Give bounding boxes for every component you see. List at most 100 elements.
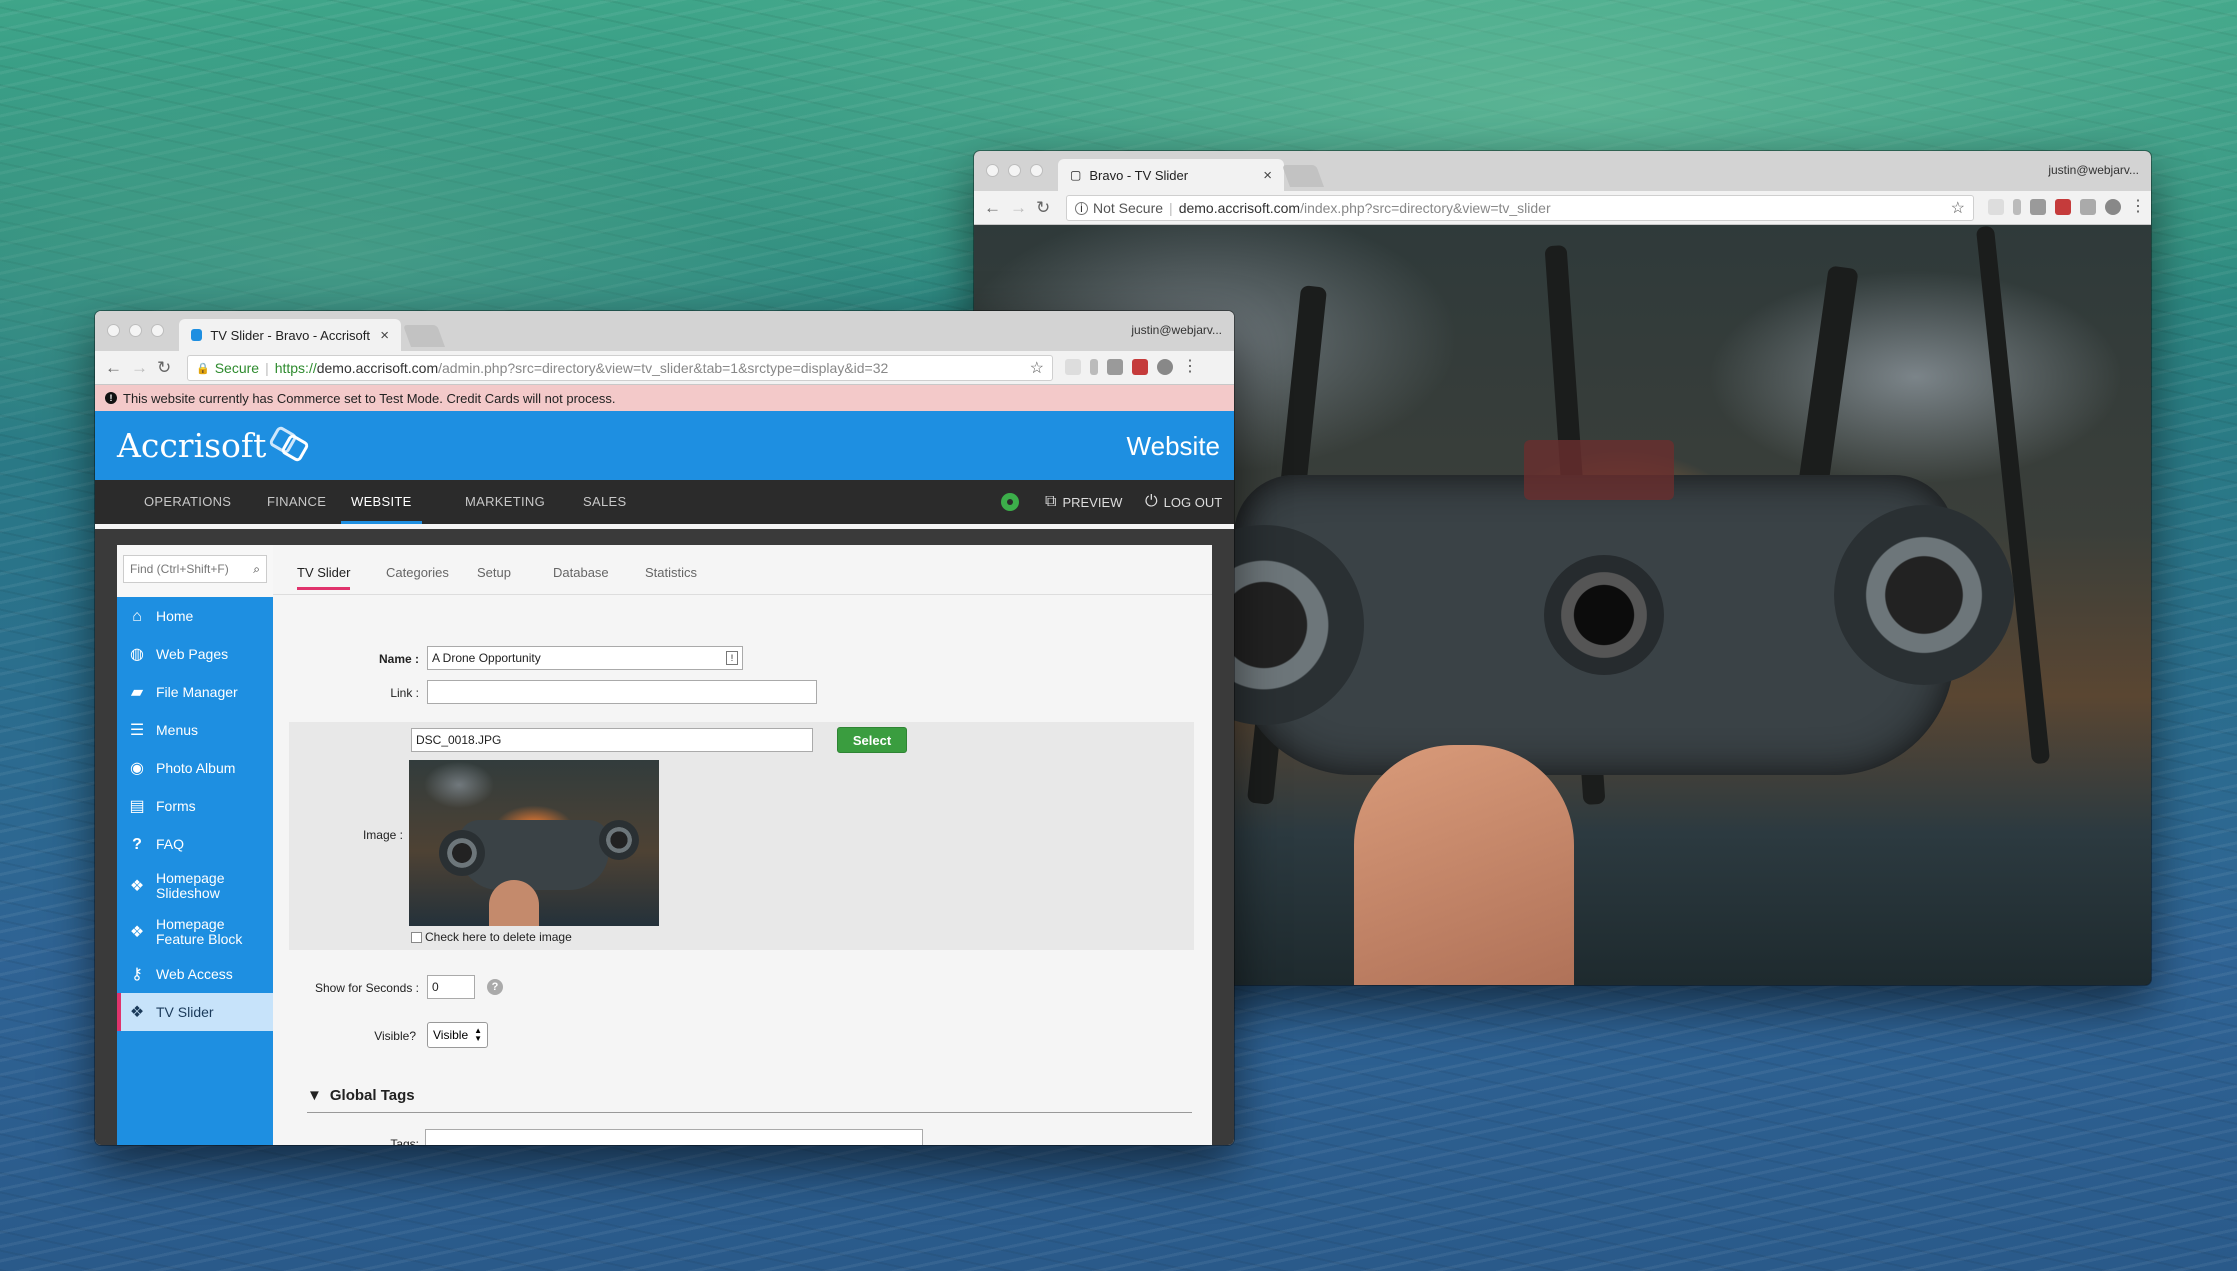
back-icon[interactable]: ←: [984, 198, 1001, 218]
extensions: ⋮: [1988, 199, 2146, 215]
sidebar-item-faq[interactable]: ? FAQ: [117, 825, 273, 863]
profile-name[interactable]: justin@webjarv...: [2048, 163, 2139, 177]
url-path: /index.php?src=directory&view=tv_slider: [1300, 200, 1551, 216]
tab-categories[interactable]: Categories: [386, 565, 449, 580]
sidebar-item-home[interactable]: ⌂ Home: [117, 597, 273, 635]
help-icon[interactable]: ?: [487, 979, 503, 995]
sidebar-search: Find (Ctrl+Shift+F) ⌕: [117, 545, 273, 597]
nav-marketing[interactable]: MARKETING: [465, 480, 545, 524]
nav-finance[interactable]: FINANCE: [267, 480, 326, 524]
sidebar-item-homepage-feature-block[interactable]: ❖ Homepage Feature Block: [117, 909, 273, 955]
settings-gear-icon[interactable]: [1001, 493, 1019, 511]
sidebar-item-forms[interactable]: ▤ Forms: [117, 787, 273, 825]
test-mode-alert: ! This website currently has Commerce se…: [95, 385, 1234, 411]
link-field[interactable]: [427, 680, 817, 704]
checkbox-box[interactable]: [411, 931, 422, 943]
delete-image-label: Check here to delete image: [425, 930, 572, 944]
bookmark-star-icon[interactable]: ☆: [1951, 198, 1965, 218]
browser-window-admin: TV Slider - Bravo - Accrisoft F × justin…: [95, 311, 1234, 1145]
image-thumbnail: [409, 760, 659, 926]
forward-icon[interactable]: →: [1010, 198, 1027, 218]
tab-database[interactable]: Database: [553, 565, 609, 580]
global-tags-section[interactable]: ▼ Global Tags: [307, 1087, 1192, 1113]
nav-operations[interactable]: OPERATIONS: [144, 480, 231, 524]
profile-icon[interactable]: [1157, 359, 1173, 375]
extension-icon[interactable]: [1132, 359, 1148, 375]
close-window-button[interactable]: [107, 324, 120, 337]
extension-icon[interactable]: [1065, 359, 1081, 375]
profile-name[interactable]: justin@webjarv...: [1131, 323, 1222, 337]
select-button[interactable]: Select: [837, 727, 907, 753]
menu-dots-icon[interactable]: ⋮: [2130, 199, 2146, 215]
address-bar: ← → ↻ 🔒 Secure | https:// demo.accrisoft…: [95, 351, 1234, 385]
sidebar-item-homepage-slideshow[interactable]: ❖ Homepage Slideshow: [117, 863, 273, 909]
nav-website[interactable]: WEBSITE: [341, 480, 422, 524]
url-domain: demo.accrisoft.com: [316, 360, 439, 376]
minimize-window-button[interactable]: [129, 324, 142, 337]
preview-link[interactable]: ⧉ PREVIEW: [1045, 480, 1122, 524]
extension-icon[interactable]: [1090, 359, 1098, 375]
image-filename: DSC_0018.JPG: [416, 733, 502, 747]
tab-statistics[interactable]: Statistics: [645, 565, 697, 580]
search-input[interactable]: Find (Ctrl+Shift+F) ⌕: [123, 555, 267, 583]
name-field[interactable]: A Drone Opportunity !: [427, 646, 743, 670]
sidebar-item-file-manager[interactable]: ▰ File Manager: [117, 673, 273, 711]
browser-tab[interactable]: TV Slider - Bravo - Accrisoft F ×: [179, 319, 401, 351]
sidebar-item-tv-slider[interactable]: ❖ TV Slider: [117, 993, 273, 1031]
extension-icon[interactable]: [1988, 199, 2004, 215]
sidebar-item-web-pages[interactable]: ◍ Web Pages: [117, 635, 273, 673]
minimize-window-button[interactable]: [1008, 164, 1021, 177]
cubes-icon: ❖: [129, 877, 145, 895]
extension-icon[interactable]: [2055, 199, 2071, 215]
character-count-icon: !: [726, 651, 738, 665]
search-icon[interactable]: ⌕: [253, 562, 260, 577]
bookmark-star-icon[interactable]: ☆: [1030, 358, 1044, 378]
home-icon: ⌂: [132, 607, 142, 625]
image-filename-field[interactable]: DSC_0018.JPG: [411, 728, 813, 752]
close-window-button[interactable]: [986, 164, 999, 177]
sidebar-item-menus[interactable]: ☰ Menus: [117, 711, 273, 749]
profile-icon[interactable]: [2105, 199, 2121, 215]
section-title: Global Tags: [329, 1087, 415, 1104]
sidebar-item-photo-album[interactable]: ◉ Photo Album: [117, 749, 273, 787]
close-tab-icon[interactable]: ×: [1263, 167, 1272, 184]
accrisoft-logo[interactable]: Accrisoft: [117, 424, 311, 465]
tab-strip: ▢ Bravo - TV Slider × justin@webjarv...: [974, 151, 2151, 191]
reload-icon[interactable]: ↻: [157, 358, 171, 378]
tab-setup[interactable]: Setup: [477, 565, 511, 580]
hand-image: [1354, 745, 1574, 985]
url-input[interactable]: i Not Secure | demo.accrisoft.com /index…: [1066, 195, 1974, 221]
sidebar: Find (Ctrl+Shift+F) ⌕ ⌂ Home ◍ Web Pages ▰…: [117, 545, 273, 1145]
logout-link[interactable]: ⏻ LOG OUT: [1145, 480, 1222, 524]
extension-icon[interactable]: [2030, 199, 2046, 215]
sidebar-item-label: Forms: [156, 797, 196, 814]
secure-indicator: 🔒 Secure: [196, 360, 259, 376]
zoom-window-button[interactable]: [151, 324, 164, 337]
browser-tab[interactable]: ▢ Bravo - TV Slider ×: [1058, 159, 1284, 191]
extension-icon[interactable]: [2013, 199, 2021, 215]
logout-label: LOG OUT: [1163, 494, 1223, 510]
seconds-field[interactable]: 0: [427, 975, 475, 999]
visible-select[interactable]: Visible ▲ ▼: [427, 1022, 489, 1048]
zoom-window-button[interactable]: [1030, 164, 1043, 177]
reload-icon[interactable]: ↻: [1036, 198, 1050, 218]
tab-tv-slider[interactable]: TV Slider: [297, 565, 351, 590]
menu-dots-icon[interactable]: ⋮: [1182, 359, 1198, 375]
url-domain: demo.accrisoft.com: [1178, 200, 1301, 216]
sidebar-item-web-access[interactable]: ⚷ Web Access: [117, 955, 273, 993]
url-input[interactable]: 🔒 Secure | https:// demo.accrisoft.com /…: [187, 355, 1053, 381]
tags-field[interactable]: [425, 1129, 923, 1145]
delete-image-checkbox[interactable]: Check here to delete image: [411, 930, 572, 944]
extension-icon[interactable]: [2080, 199, 2096, 215]
extension-icon[interactable]: [1107, 359, 1123, 375]
tags-label: Tags:: [390, 1137, 419, 1145]
forward-icon[interactable]: →: [131, 358, 148, 378]
nav-sales[interactable]: SALES: [583, 480, 626, 524]
security-label: Secure: [214, 360, 260, 376]
close-tab-icon[interactable]: ×: [380, 327, 389, 344]
logo-cubes-icon: [268, 424, 311, 465]
new-tab-button[interactable]: [1281, 165, 1325, 187]
url-path: /admin.php?src=directory&view=tv_slider&…: [438, 360, 889, 376]
back-icon[interactable]: ←: [105, 358, 122, 378]
new-tab-button[interactable]: [402, 325, 446, 347]
